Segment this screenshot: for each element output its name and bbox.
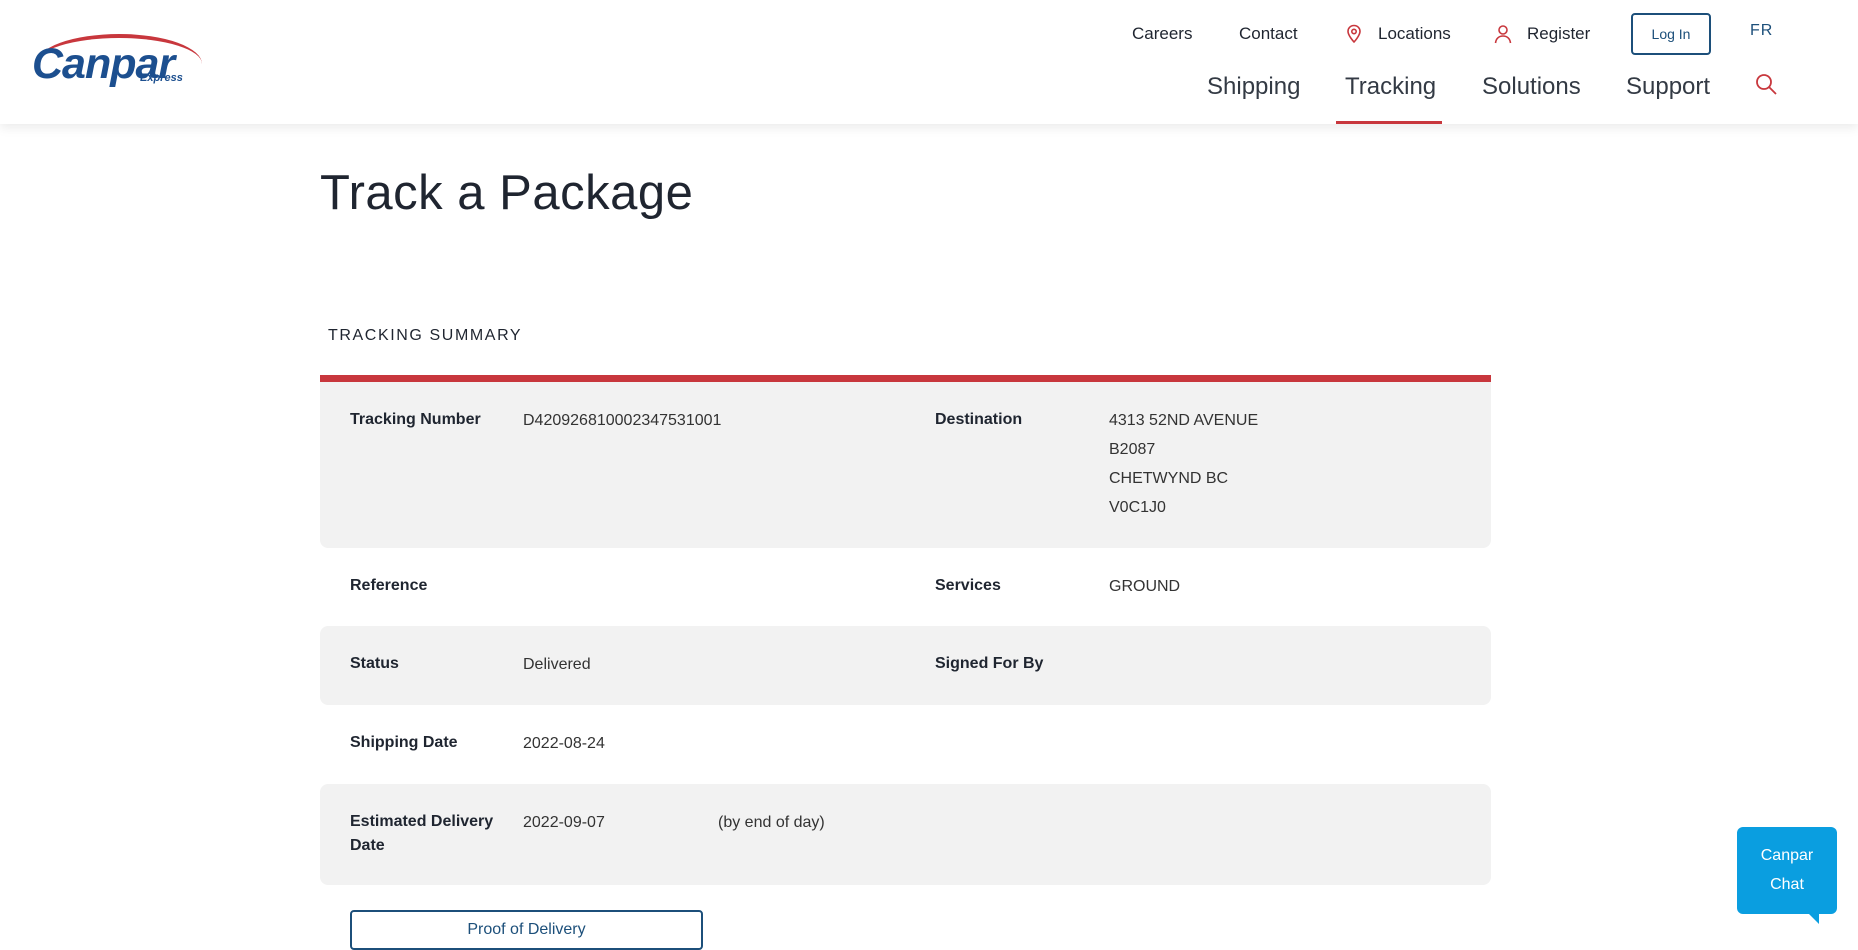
search-icon[interactable] [1754,72,1778,96]
summary-divider [320,375,1491,382]
destination-line-4: V0C1J0 [1109,499,1166,516]
summary-row-tracking: Tracking Number D420926810002347531001 D… [320,382,1491,548]
contact-link[interactable]: Contact [1239,22,1298,46]
destination-line-3: CHETWYND BC [1109,470,1229,487]
nav-shipping[interactable]: Shipping [1207,73,1300,101]
status-label: Status [350,655,399,672]
register-label: Register [1527,24,1591,43]
tracking-number-value: D420926810002347531001 [523,412,722,429]
shipping-date-value: 2022-08-24 [523,735,605,752]
log-in-button[interactable]: Log In [1631,13,1711,55]
locations-label: Locations [1378,24,1451,43]
reference-label: Reference [350,577,428,594]
services-label: Services [935,577,1001,594]
active-nav-indicator [1336,121,1442,124]
destination-line-2: B2087 [1109,441,1156,458]
estimated-delivery-label-line-1: Estimated Delivery [350,813,494,830]
logo-subtitle: Express [140,72,183,84]
location-pin-icon [1347,24,1361,44]
canpar-logo[interactable]: Canpar Express [30,34,202,88]
locations-link[interactable]: Locations [1345,22,1451,46]
tracking-summary-heading: TRACKING SUMMARY [328,327,523,344]
register-link[interactable]: Register [1494,22,1590,46]
chat-label-line-2: Chat [1770,876,1804,893]
summary-row-reference: Reference Services GROUND [320,548,1491,626]
nav-tracking[interactable]: Tracking [1345,73,1436,101]
site-header: Canpar Express Careers Contact Locations… [0,0,1858,124]
summary-row-estimated-delivery: Estimated Delivery Date 2022-09-07 (by e… [320,784,1491,885]
estimated-delivery-label-line-2: Date [350,837,385,854]
careers-label: Careers [1132,24,1193,43]
estimated-delivery-value: 2022-09-07 [523,814,605,831]
destination-label: Destination [935,411,1023,428]
estimated-delivery-note: (by end of day) [718,814,825,831]
user-icon [1494,25,1512,44]
proof-of-delivery-button[interactable]: Proof of Delivery [350,910,703,950]
signed-for-label: Signed For By [935,655,1044,672]
nav-solutions[interactable]: Solutions [1482,73,1581,101]
services-value: GROUND [1109,578,1181,595]
canpar-chat-button[interactable]: Canpar Chat [1737,827,1837,924]
destination-line-1: 4313 52ND AVENUE [1109,412,1259,429]
shipping-date-label: Shipping Date [350,734,458,751]
status-value: Delivered [523,656,591,673]
language-toggle[interactable]: FR [1750,22,1773,40]
summary-row-status: Status Delivered Signed For By [320,626,1491,705]
page-title: Track a Package [320,166,694,220]
summary-row-shipping-date: Shipping Date 2022-08-24 [320,705,1491,784]
chat-label-line-1: Canpar [1760,847,1814,864]
chat-bubble-tail [1807,912,1819,924]
contact-label: Contact [1239,24,1298,43]
tracking-number-label: Tracking Number [350,411,481,428]
careers-link[interactable]: Careers [1132,22,1192,46]
nav-support[interactable]: Support [1626,73,1710,101]
